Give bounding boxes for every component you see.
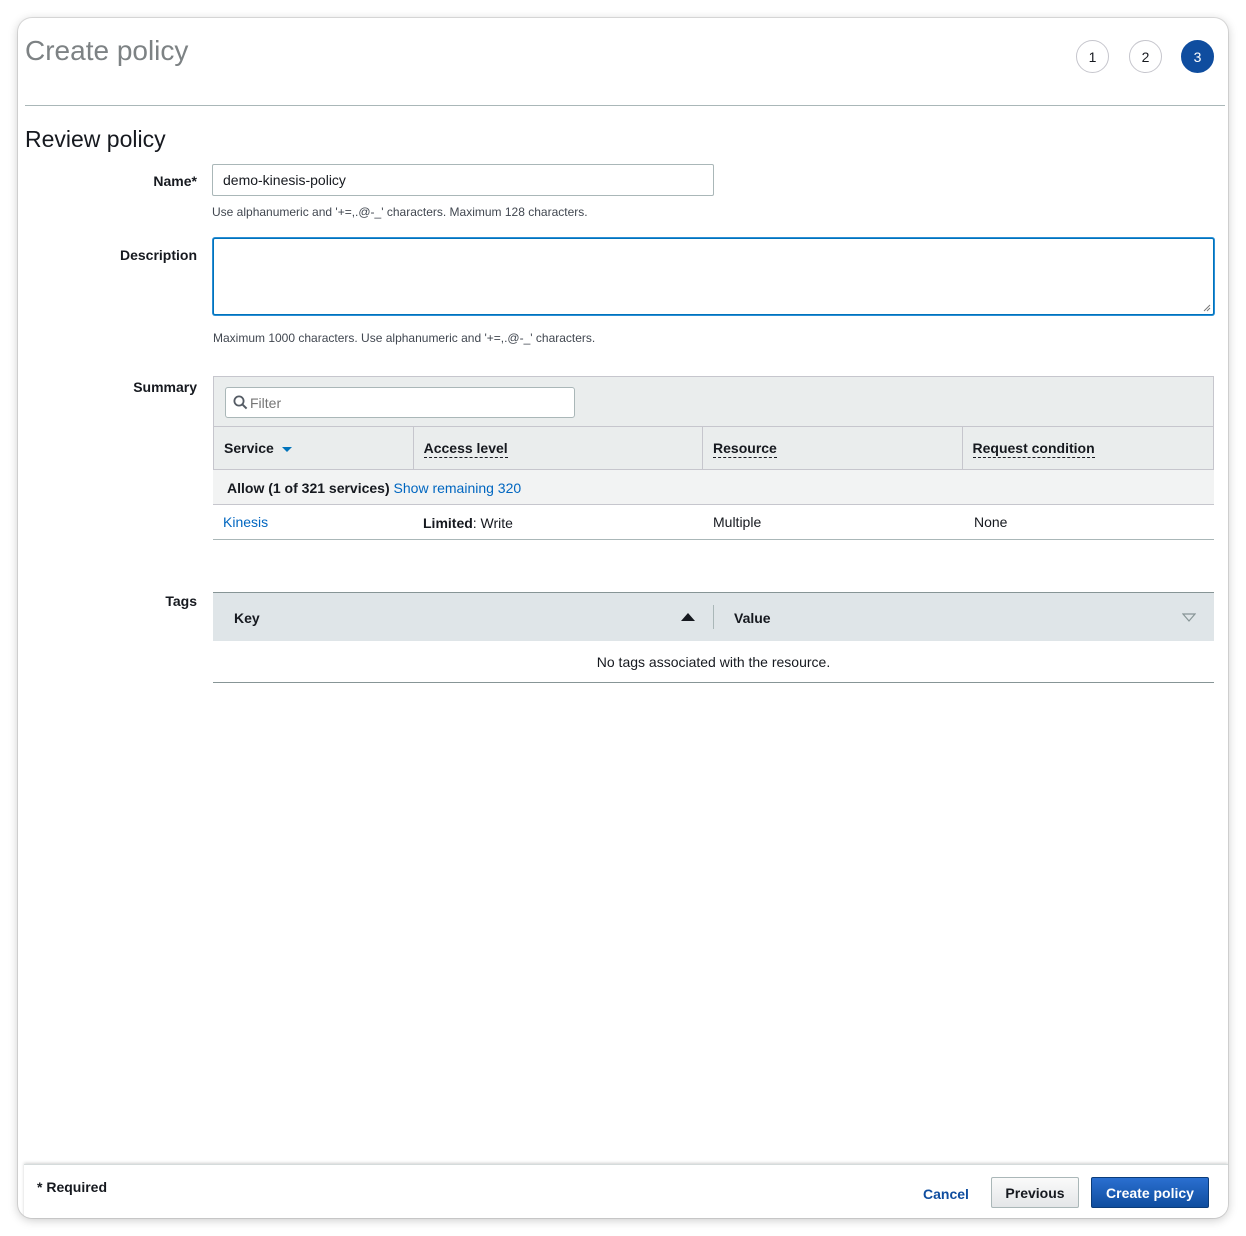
resource-cell: Multiple bbox=[713, 514, 762, 530]
sort-ascending-icon[interactable] bbox=[681, 613, 695, 622]
summary-label: Summary bbox=[133, 379, 197, 395]
step-2-indicator[interactable]: 2 bbox=[1129, 40, 1162, 73]
column-header-service-label: Service bbox=[224, 440, 274, 456]
summary-table-header: Service Access level Resource Request co… bbox=[213, 427, 1214, 470]
step-3-indicator: 3 bbox=[1181, 40, 1214, 73]
tags-key-header[interactable]: Key bbox=[234, 610, 260, 626]
request-condition-cell: None bbox=[974, 514, 1008, 530]
summary-table: Service Access level Resource Request co… bbox=[213, 376, 1214, 541]
column-header-request-condition-label: Request condition bbox=[972, 440, 1095, 458]
column-header-resource[interactable]: Resource bbox=[703, 427, 963, 469]
filter-input[interactable] bbox=[250, 388, 570, 417]
show-remaining-link[interactable]: Show remaining 320 bbox=[394, 480, 522, 496]
tags-label: Tags bbox=[165, 593, 197, 609]
filter-box[interactable] bbox=[225, 387, 575, 418]
step-1-indicator[interactable]: 1 bbox=[1076, 40, 1109, 73]
tags-table: Key Value No tags associated with the re… bbox=[213, 592, 1214, 683]
section-title: Review policy bbox=[25, 126, 166, 152]
name-label: Name* bbox=[153, 173, 197, 189]
cancel-button[interactable]: Cancel bbox=[906, 1178, 986, 1209]
previous-button[interactable]: Previous bbox=[991, 1177, 1079, 1208]
description-hint: Maximum 1000 characters. Use alphanumeri… bbox=[213, 331, 596, 345]
column-header-service[interactable]: Service bbox=[214, 427, 414, 469]
column-header-access-level-label: Access level bbox=[423, 440, 508, 458]
description-label: Description bbox=[119, 247, 197, 263]
tags-table-header: Key Value bbox=[213, 592, 1214, 641]
wizard-footer: * Required Cancel Previous Create policy bbox=[24, 1164, 1228, 1218]
service-link-kinesis[interactable]: Kinesis bbox=[223, 514, 268, 530]
column-header-access-level[interactable]: Access level bbox=[414, 427, 704, 469]
tags-header-divider bbox=[713, 605, 714, 629]
create-policy-window: Create policy 1 2 3 Review policy Name* … bbox=[18, 18, 1228, 1218]
name-input[interactable] bbox=[212, 164, 714, 196]
tags-empty-message: No tags associated with the resource. bbox=[213, 641, 1214, 683]
sort-descending-icon bbox=[281, 446, 292, 452]
sort-descending-outline-icon[interactable] bbox=[1182, 613, 1196, 622]
summary-filter-bar bbox=[213, 376, 1214, 427]
resize-grip-icon[interactable] bbox=[1203, 304, 1211, 312]
access-level-rest: : Write bbox=[472, 515, 513, 531]
access-level-bold: Limited bbox=[423, 515, 473, 531]
allow-summary-text: Allow (1 of 321 services) bbox=[227, 480, 390, 496]
column-header-resource-label: Resource bbox=[713, 440, 777, 458]
required-note: * Required bbox=[37, 1179, 108, 1195]
column-header-request-condition[interactable]: Request condition bbox=[963, 427, 1214, 469]
allow-group-row: Allow (1 of 321 services) Show remaining… bbox=[213, 470, 1214, 505]
search-icon bbox=[233, 395, 248, 410]
table-row: Kinesis Limited: Write Multiple None bbox=[213, 505, 1214, 540]
page-title: Create policy bbox=[25, 35, 189, 66]
create-policy-button[interactable]: Create policy bbox=[1091, 1177, 1209, 1208]
description-textarea[interactable] bbox=[213, 238, 1214, 315]
name-hint: Use alphanumeric and '+=,.@-_' character… bbox=[212, 205, 588, 219]
tags-value-header[interactable]: Value bbox=[734, 610, 771, 626]
header-divider bbox=[25, 105, 1225, 106]
access-level-cell: Limited: Write bbox=[423, 515, 513, 531]
